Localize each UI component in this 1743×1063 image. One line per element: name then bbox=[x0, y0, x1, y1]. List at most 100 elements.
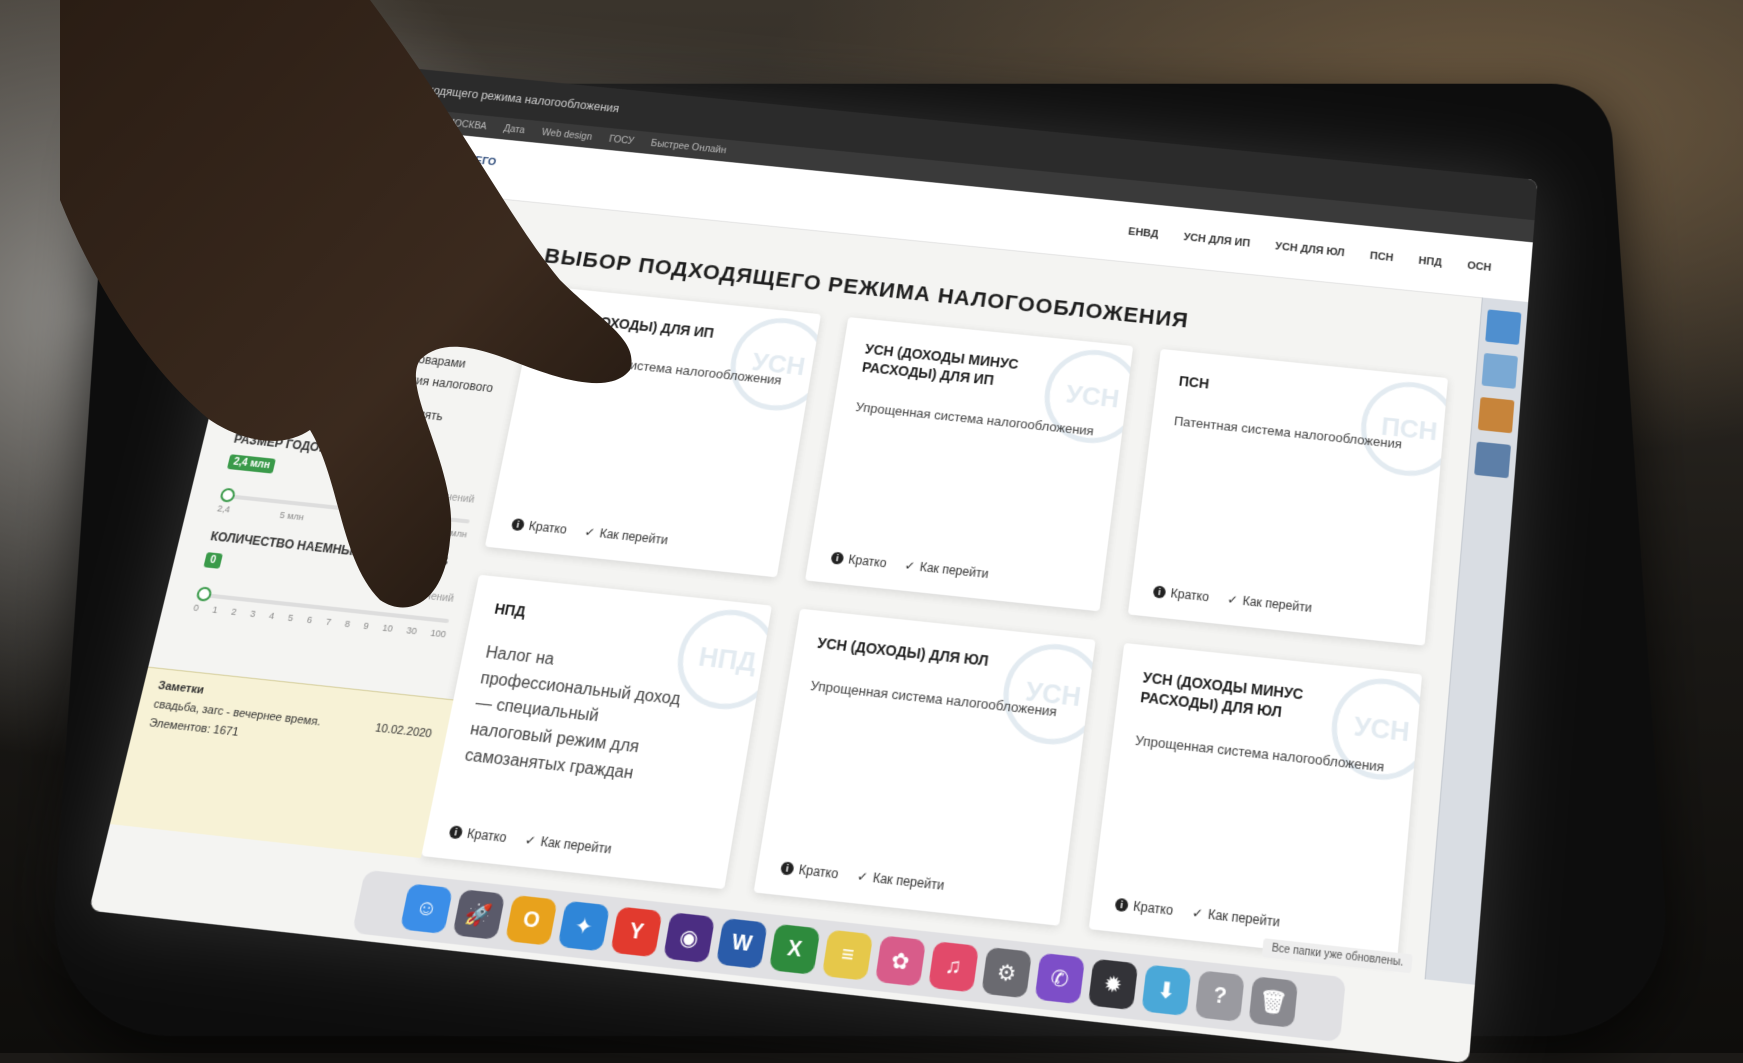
card-actions: i Кратко ✓ Как перейти bbox=[1114, 897, 1376, 941]
brief-label: Кратко bbox=[527, 518, 569, 537]
service-logo-text[interactable]: Выбор подходящего налогового режима bbox=[405, 138, 529, 193]
brief-label: Кратко bbox=[847, 552, 888, 571]
tick-label: 1 bbox=[211, 604, 219, 616]
tax-regime-card[interactable]: УСН УСН (доходы) для ИП Упрощенная систе… bbox=[484, 285, 822, 578]
safari-icon[interactable]: ✦ bbox=[557, 900, 611, 952]
tick-label: 2 bbox=[230, 606, 238, 618]
tick-label: 9 bbox=[362, 620, 370, 632]
downloads-folder-icon[interactable]: ⬇ bbox=[1141, 964, 1192, 1017]
checkbox[interactable] bbox=[255, 337, 273, 353]
card-actions: i Кратко ✓ Как перейти bbox=[510, 517, 760, 557]
window-thumbnail[interactable] bbox=[1474, 441, 1511, 479]
checkmark-icon: ✓ bbox=[855, 868, 869, 885]
how-to-switch-label: Как перейти bbox=[918, 559, 990, 582]
tick-label: 30 bbox=[405, 625, 418, 637]
brief-button[interactable]: i Кратко bbox=[448, 824, 508, 845]
checkbox[interactable] bbox=[267, 286, 285, 302]
brief-label: Кратко bbox=[1169, 586, 1210, 605]
how-to-switch-button[interactable]: ✓ Как перейти bbox=[1227, 592, 1313, 615]
nav-item-usn-ul[interactable]: УСН для ЮЛ bbox=[1275, 241, 1345, 259]
opera-icon[interactable]: O bbox=[504, 894, 558, 946]
bookmark-item[interactable]: Web design bbox=[541, 127, 593, 142]
staff-slider-thumb[interactable] bbox=[195, 586, 213, 602]
tax-regime-card[interactable]: УСН УСН (доходы минус расходы) для ЮЛ Уп… bbox=[1088, 642, 1423, 963]
how-to-switch-button[interactable]: ✓ Как перейти bbox=[856, 868, 945, 893]
tick-label: 100 bbox=[429, 627, 448, 640]
how-to-switch-button[interactable]: ✓ Как перейти bbox=[904, 558, 990, 581]
screen: Выбор подходящего режима налогообложения… bbox=[88, 56, 1538, 1063]
card-actions: i Кратко ✓ Как перейти bbox=[448, 824, 707, 867]
tax-regime-card[interactable]: УСН УСН (доходы) для ЮЛ Упрощенная систе… bbox=[753, 608, 1096, 926]
how-to-switch-label: Как перейти bbox=[871, 870, 946, 894]
question-icon[interactable]: ? bbox=[1194, 970, 1245, 1023]
brief-button[interactable]: i Кратко bbox=[510, 517, 569, 537]
bookmark-item[interactable]: ГОСУ bbox=[608, 134, 635, 146]
card-title: УСН (доходы минус расходы) для ЮЛ bbox=[1139, 668, 1305, 721]
excel-icon[interactable]: X bbox=[768, 923, 821, 975]
word-icon[interactable]: W bbox=[715, 917, 768, 970]
fns-emblem-icon[interactable] bbox=[308, 131, 356, 172]
info-icon: i bbox=[510, 518, 526, 532]
tor-browser-icon[interactable]: ◉ bbox=[662, 912, 716, 964]
window-thumbnail[interactable] bbox=[1477, 396, 1515, 434]
system-preferences-icon[interactable]: ⚙ bbox=[981, 946, 1033, 999]
card-title: УСН (доходы) для ИП bbox=[552, 309, 716, 341]
brief-label: Кратко bbox=[465, 826, 508, 846]
notes-icon[interactable]: ≡ bbox=[821, 929, 874, 981]
card-description: Налог на профессиональный доход — специа… bbox=[463, 643, 682, 783]
launchpad-icon[interactable]: 🚀 bbox=[452, 889, 506, 940]
how-to-switch-label: Как перейти bbox=[1207, 906, 1281, 930]
window-thumbnail[interactable] bbox=[1485, 309, 1522, 345]
nav-item-usn-ip[interactable]: УСН для ИП bbox=[1183, 232, 1251, 250]
tick-label: 150 млн bbox=[431, 525, 468, 540]
nav-item-npd[interactable]: НПД bbox=[1418, 255, 1442, 268]
how-to-switch-button[interactable]: ✓ Как перейти bbox=[524, 832, 613, 856]
tax-regime-card[interactable]: УСН УСН (доходы минус расходы) для ИП Уп… bbox=[804, 317, 1134, 612]
notes-line-date: 10.02.2020 bbox=[373, 721, 433, 741]
trash-icon[interactable]: 🗑 bbox=[1248, 976, 1299, 1028]
how-to-switch-button[interactable]: ✓ Как перейти bbox=[583, 525, 669, 548]
finder-icon[interactable]: ☺ bbox=[399, 883, 454, 935]
checkbox[interactable] bbox=[250, 358, 268, 374]
tick-label: 7 bbox=[324, 616, 333, 628]
brief-button[interactable]: i Кратко bbox=[779, 860, 839, 882]
bookmark-item[interactable]: МОСКВА bbox=[445, 118, 487, 132]
service-logo-icon[interactable] bbox=[356, 136, 403, 177]
yandex-browser-icon[interactable]: Y bbox=[610, 906, 663, 958]
maximize-window-icon[interactable] bbox=[340, 76, 352, 87]
brief-button[interactable]: i Кратко bbox=[1152, 584, 1210, 605]
tax-regime-card[interactable]: НПД НПД Налог на профессиональный доход … bbox=[421, 574, 772, 890]
filters-panel: Категория налогоплательщика Индивидуальн… bbox=[192, 250, 521, 640]
bookmark-item[interactable]: Дата bbox=[503, 123, 526, 135]
photos-icon[interactable]: ✿ bbox=[874, 935, 927, 987]
nav-item-psn[interactable]: ПСН bbox=[1369, 250, 1393, 263]
bookmark-item[interactable]: РусРек bbox=[397, 113, 430, 126]
site-nav: ЕНВД УСН для ИП УСН для ЮЛ ПСН НПД ОСН bbox=[1128, 226, 1492, 274]
minimize-window-icon[interactable] bbox=[323, 75, 335, 85]
how-to-switch-button[interactable]: ✓ Как перейти bbox=[1191, 905, 1280, 930]
card-title: ПСН bbox=[1178, 373, 1210, 392]
info-icon: i bbox=[830, 551, 845, 565]
notes-window[interactable]: Заметки свадьба, загс - вечернее время. … bbox=[109, 666, 454, 859]
viber-icon[interactable]: ✆ bbox=[1034, 952, 1086, 1005]
nav-item-osn[interactable]: ОСН bbox=[1467, 260, 1492, 274]
brief-button[interactable]: i Кратко bbox=[830, 551, 888, 571]
settings-icon[interactable]: ✹ bbox=[1087, 958, 1139, 1011]
tax-regime-cards: УСН УСН (доходы) для ИП Упрощенная систе… bbox=[421, 285, 1482, 966]
card-actions: i Кратко ✓ Как перейти bbox=[1152, 584, 1405, 625]
close-window-icon[interactable] bbox=[306, 73, 318, 84]
brief-button[interactable]: i Кратко bbox=[1114, 897, 1174, 918]
music-icon[interactable]: ♫ bbox=[927, 941, 980, 993]
tick-label: 8 bbox=[343, 618, 351, 630]
nav-item-envd[interactable]: ЕНВД bbox=[1128, 226, 1159, 240]
info-icon: i bbox=[448, 825, 464, 840]
window-thumbnail[interactable] bbox=[1481, 352, 1518, 389]
checkbox[interactable] bbox=[242, 391, 260, 407]
tax-regime-card[interactable]: ПСН ПСН Патентная система налогообложени… bbox=[1127, 348, 1449, 646]
income-slider-thumb[interactable] bbox=[219, 487, 237, 503]
tick-label: 5 млн bbox=[278, 509, 305, 523]
bookmark-item[interactable]: Быстрее Онлайн bbox=[650, 138, 727, 155]
notes-line-date bbox=[426, 747, 429, 760]
tick-label: 3 bbox=[249, 608, 257, 620]
card-title: НПД bbox=[493, 600, 527, 620]
